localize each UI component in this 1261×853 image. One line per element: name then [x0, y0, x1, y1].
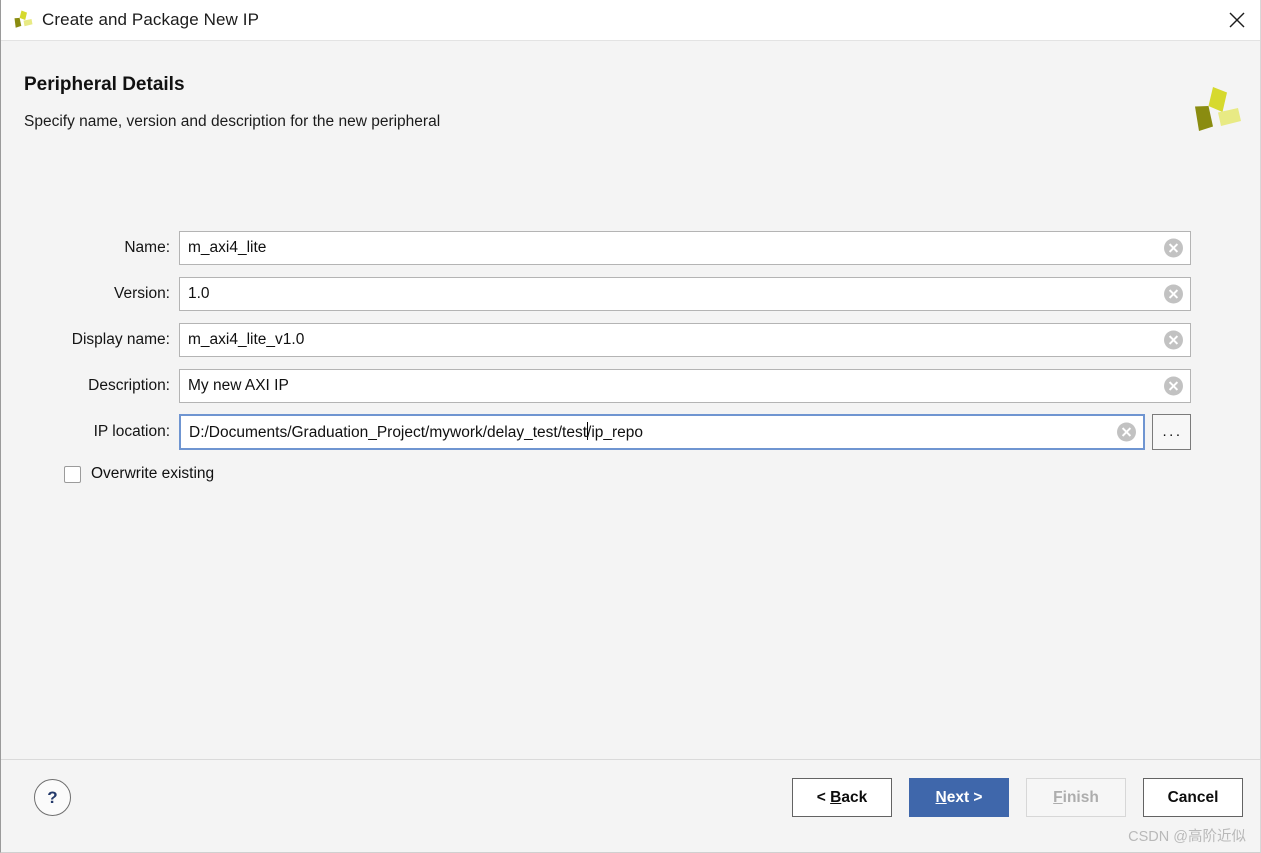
peripheral-details-form: Name: m_axi4_lite Version: 1.0: [1, 225, 1260, 483]
dialog-button-bar: < Back Next > Finish Cancel: [775, 778, 1243, 817]
ip-location-label: IP location:: [1, 423, 179, 441]
ip-location-input-value: D:/Documents/Graduation_Project/mywork/d…: [181, 422, 643, 442]
close-icon[interactable]: [1214, 0, 1260, 40]
next-button[interactable]: Next >: [909, 778, 1009, 817]
description-label: Description:: [1, 377, 179, 395]
clear-circle-icon[interactable]: [1164, 239, 1183, 258]
description-input[interactable]: My new AXI IP: [179, 369, 1191, 403]
description-input-value: My new AXI IP: [180, 377, 289, 395]
display-name-input-value: m_axi4_lite_v1.0: [180, 331, 304, 349]
display-name-input[interactable]: m_axi4_lite_v1.0: [179, 323, 1191, 357]
finish-button: Finish: [1026, 778, 1126, 817]
form-row-display-name: Display name: m_axi4_lite_v1.0: [1, 317, 1260, 363]
dialog-header: Peripheral Details Specify name, version…: [1, 42, 1260, 152]
overwrite-existing-label: Overwrite existing: [91, 465, 214, 483]
clear-circle-icon[interactable]: [1164, 377, 1183, 396]
dialog-body: Name: m_axi4_lite Version: 1.0: [1, 152, 1260, 759]
finish-button-mnemonic: F: [1053, 789, 1062, 807]
clear-circle-icon[interactable]: [1164, 331, 1183, 350]
ip-location-text-before-caret: D:/Documents/Graduation_Project/mywork/d…: [189, 424, 587, 441]
display-name-label: Display name:: [1, 331, 179, 349]
xilinx-logo-icon: [1191, 85, 1243, 133]
version-input[interactable]: 1.0: [179, 277, 1191, 311]
title-bar: Create and Package New IP: [1, 0, 1260, 41]
version-label: Version:: [1, 285, 179, 303]
back-button-mnemonic: B: [830, 789, 841, 807]
create-package-new-ip-dialog: Create and Package New IP Peripheral Det…: [0, 0, 1261, 853]
name-input[interactable]: m_axi4_lite: [179, 231, 1191, 265]
dialog-footer: ? < Back Next > Finish Cancel CSDN @高阶近似: [1, 759, 1260, 852]
xilinx-logo-icon: [12, 9, 34, 31]
ip-location-text-after-caret: /ip_repo: [587, 424, 643, 441]
form-row-description: Description: My new AXI IP: [1, 363, 1260, 409]
watermark: CSDN @高阶近似: [1128, 825, 1246, 846]
back-button[interactable]: < Back: [792, 778, 892, 817]
form-row-version: Version: 1.0: [1, 271, 1260, 317]
clear-circle-icon[interactable]: [1164, 285, 1183, 304]
window-title: Create and Package New IP: [42, 10, 259, 30]
name-label: Name:: [1, 239, 179, 257]
ip-location-input[interactable]: D:/Documents/Graduation_Project/mywork/d…: [179, 414, 1145, 450]
clear-circle-icon[interactable]: [1117, 423, 1136, 442]
page-title: Peripheral Details: [24, 74, 185, 96]
help-button[interactable]: ?: [34, 779, 71, 816]
overwrite-existing-row: Overwrite existing: [1, 465, 1260, 483]
browse-button-label: ...: [1160, 428, 1182, 436]
page-subtitle: Specify name, version and description fo…: [24, 113, 440, 131]
form-row-name: Name: m_axi4_lite: [1, 225, 1260, 271]
cancel-button[interactable]: Cancel: [1143, 778, 1243, 817]
form-row-ip-location: IP location: D:/Documents/Graduation_Pro…: [1, 409, 1260, 455]
name-input-value: m_axi4_lite: [180, 239, 266, 257]
version-input-value: 1.0: [180, 285, 210, 303]
overwrite-existing-checkbox[interactable]: [64, 466, 81, 483]
next-button-mnemonic: N: [936, 789, 947, 807]
browse-button[interactable]: ...: [1152, 414, 1191, 450]
